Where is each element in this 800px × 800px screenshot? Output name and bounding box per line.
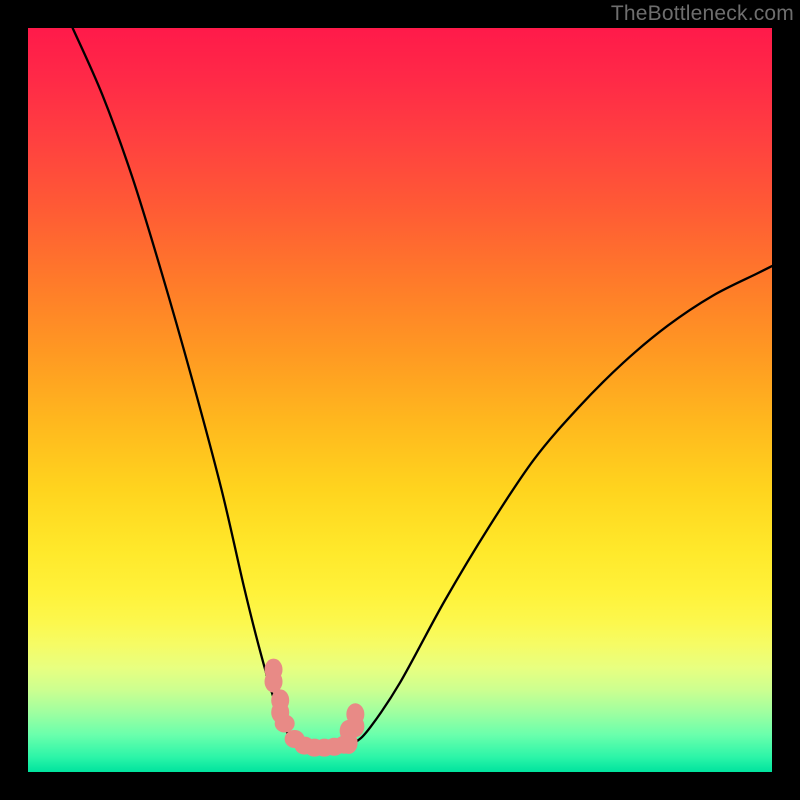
annotation-valley-marker bbox=[265, 659, 365, 757]
watermark-text: TheBottleneck.com bbox=[611, 2, 794, 26]
chart-frame: TheBottleneck.com bbox=[0, 0, 800, 800]
curve-bottleneck-curve bbox=[73, 28, 772, 750]
chart-svg bbox=[0, 0, 800, 800]
